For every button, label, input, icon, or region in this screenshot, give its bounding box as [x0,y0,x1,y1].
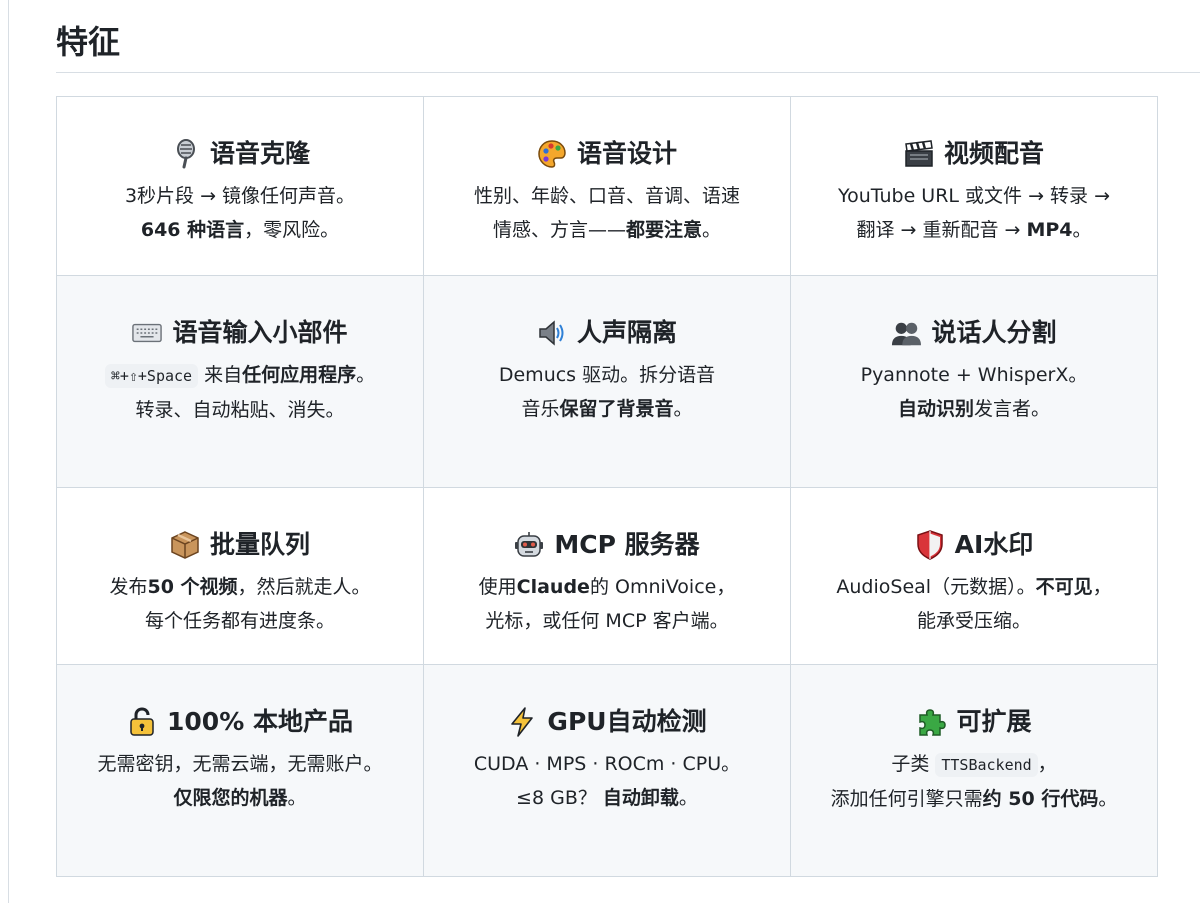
speaker-icon [537,318,567,348]
class-name-code: TTSBackend [935,753,1038,777]
table-row: 100% 本地产品 无需密钥，无需云端，无需账户。 仅限您的机器。 GPU自动检… [56,664,1158,877]
lightning-icon [507,707,537,737]
feature-description: 3秒片段 → 镜像任何声音。 646 种语言，零风险。 [124,185,356,241]
package-icon [170,530,200,560]
palette-icon [537,139,567,169]
feature-description: 子类 TTSBackend， 添加任何引擎只需约 50 行代码。 [830,753,1118,810]
feature-description: ⌘+⇧+Space 来自任何应用程序。 转录、自动粘贴、消失。 [67,358,413,427]
feature-cell-mcp-server: MCP 服务器 使用Claude的 OmniVoice， 光标，或任何 MCP … [423,487,791,665]
left-border [8,0,9,903]
feature-description: AudioSeal（元数据）。不可见， 能承受压缩。 [836,576,1112,632]
feature-cell-ai-watermark: AI水印 AudioSeal（元数据）。不可见， 能承受压缩。 [790,487,1158,665]
feature-title: 100% 本地产品 [67,705,413,739]
feature-description: 发布50 个视频，然后就走人。 每个任务都有进度条。 [109,576,371,632]
feature-title: 批量队列 [67,528,413,562]
table-row: 批量队列 发布50 个视频，然后就走人。 每个任务都有进度条。 MCP 服务器 … [56,487,1158,665]
feature-cell-extensible: 可扩展 子类 TTSBackend， 添加任何引擎只需约 50 行代码。 [790,664,1158,877]
feature-title: 人声隔离 [434,316,780,350]
feature-cell-vocal-separation: 人声隔离 Demucs 驱动。拆分语音 音乐保留了背景音。 [423,275,791,488]
feature-description: Demucs 驱动。拆分语音 音乐保留了背景音。 [498,364,716,420]
keyboard-icon [132,318,163,348]
table-row: 语音克隆 3秒片段 → 镜像任何声音。 646 种语言，零风险。 语音设计 性别… [56,96,1158,276]
section-heading: 特征 [56,23,121,61]
features-table: 语音克隆 3秒片段 → 镜像任何声音。 646 种语言，零风险。 语音设计 性别… [56,96,1158,877]
feature-cell-gpu-detect: GPU自动检测 CUDA · MPS · ROCm · CPU。 ≤8 GB？ … [423,664,791,877]
feature-cell-batch-queue: 批量队列 发布50 个视频，然后就走人。 每个任务都有进度条。 [56,487,424,665]
feature-description: CUDA · MPS · ROCm · CPU。 ≤8 GB？ 自动卸载。 [473,753,741,809]
feature-title: GPU自动检测 [434,705,780,739]
feature-description: 性别、年龄、口音、音调、语速 情感、方言——都要注意。 [473,185,740,241]
feature-description: 无需密钥，无需云端，无需账户。 仅限您的机器。 [97,753,383,809]
shortcut-code: ⌘+⇧+Space [104,364,199,388]
feature-description: YouTube URL 或文件 → 转录 → 翻译 → 重新配音 → MP4。 [838,185,1110,241]
feature-title: 语音克隆 [67,137,413,171]
feature-cell-diarization: 说话人分割 Pyannote + WhisperX。 自动识别发言者。 [790,275,1158,488]
feature-cell-voice-clone: 语音克隆 3秒片段 → 镜像任何声音。 646 种语言，零风险。 [56,96,424,276]
robot-icon [514,530,544,560]
feature-title: 语音设计 [434,137,780,171]
microphone-icon [170,139,200,169]
table-row: 语音输入小部件 ⌘+⇧+Space 来自任何应用程序。 转录、自动粘贴、消失。 [56,275,1158,488]
shield-icon [915,530,945,560]
feature-cell-voice-design: 语音设计 性别、年龄、口音、音调、语速 情感、方言——都要注意。 [423,96,791,276]
feature-cell-voice-input-widget: 语音输入小部件 ⌘+⇧+Space 来自任何应用程序。 转录、自动粘贴、消失。 [56,275,424,488]
feature-title: 视频配音 [801,137,1147,171]
feature-title: 说话人分割 [801,316,1147,350]
feature-description: 使用Claude的 OmniVoice， 光标，或任何 MCP 客户端。 [478,576,736,632]
people-icon [891,318,922,348]
puzzle-icon [916,707,947,737]
lock-icon [127,707,157,737]
feature-cell-local-first: 100% 本地产品 无需密钥，无需云端，无需账户。 仅限您的机器。 [56,664,424,877]
feature-description: Pyannote + WhisperX。 自动识别发言者。 [860,364,1088,420]
heading-divider [56,72,1200,73]
feature-cell-video-dubbing: 视频配音 YouTube URL 或文件 → 转录 → 翻译 → 重新配音 → … [790,96,1158,276]
feature-title: 可扩展 [801,705,1147,739]
feature-title: 语音输入小部件 [67,316,413,350]
feature-title: MCP 服务器 [434,528,780,562]
feature-title: AI水印 [801,528,1147,562]
clapperboard-icon [904,139,934,169]
